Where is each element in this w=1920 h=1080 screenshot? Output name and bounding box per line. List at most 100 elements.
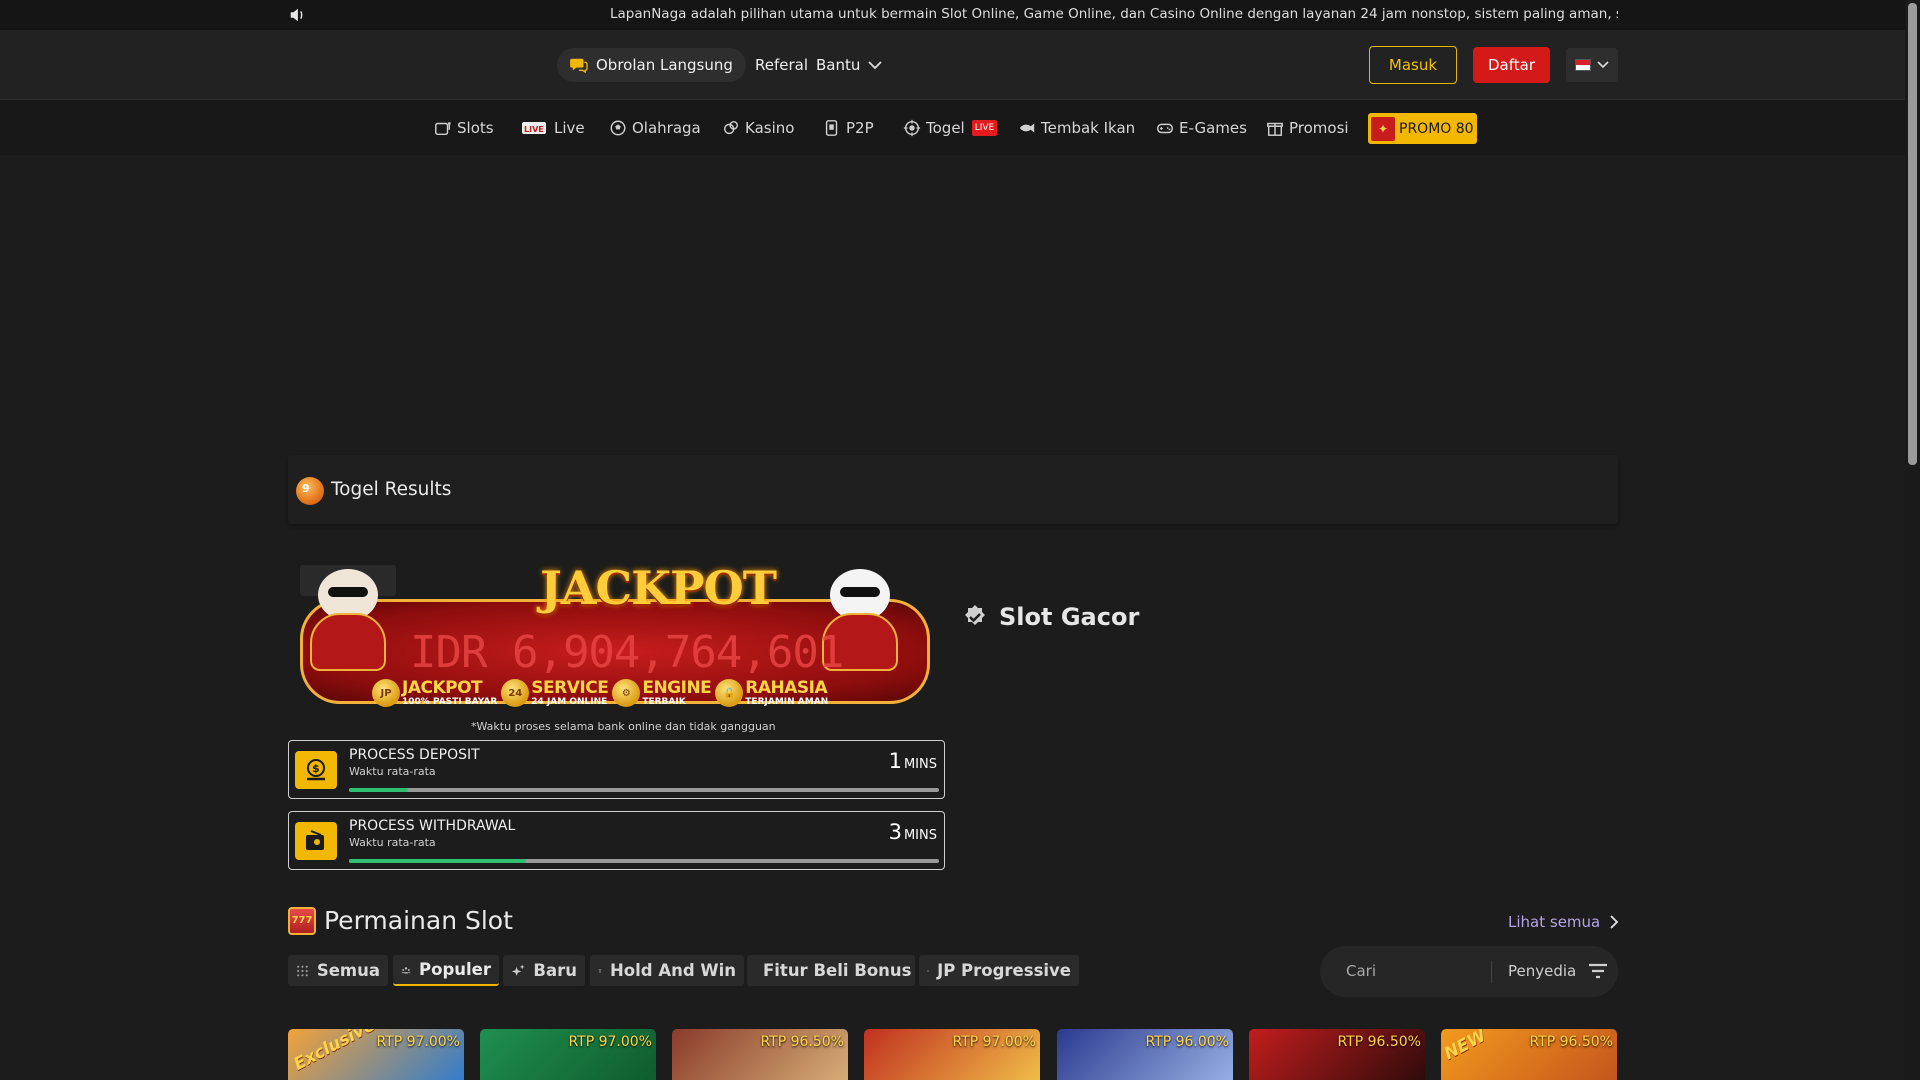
withdrawal-time: 3 MINS: [889, 820, 937, 844]
nav-label: Olahraga: [632, 119, 701, 137]
withdrawal-subtitle: Waktu rata-rata: [349, 836, 436, 849]
game-tile[interactable]: RTP 97.00%: [480, 1029, 656, 1080]
tab-populer[interactable]: Populer: [393, 955, 499, 986]
clock-coin-icon: 24: [501, 679, 530, 707]
sparkle-icon: [511, 964, 525, 976]
tab-jp-progressive[interactable]: JP Progressive: [919, 955, 1079, 986]
tab-label: Hold And Win: [609, 961, 736, 980]
grid-icon: [297, 965, 308, 976]
jackpot-features: JP JACKPOT 100% PASTI BAYAR 24 SERVICE 24 …: [372, 675, 852, 711]
slot-777-icon: 777: [288, 906, 316, 935]
rtp-badge: RTP 96.50%: [1529, 1034, 1613, 1050]
deposit-progress-bar: [349, 788, 939, 792]
togel-results-bar[interactable]: Togel Results: [288, 455, 1618, 524]
site-header: Obrolan Langsung Referal Bantu Masuk Daf…: [0, 30, 1905, 100]
svg-text:LIVE: LIVE: [524, 125, 544, 134]
deposit-title: PROCESS DEPOSIT: [349, 747, 480, 763]
nav-item-togel[interactable]: Togel LIVE: [903, 116, 998, 140]
language-selector[interactable]: [1566, 48, 1618, 82]
progressive-icon: [927, 969, 930, 972]
lottery-ball-icon: [296, 477, 324, 505]
nav-label: Promosi: [1289, 119, 1349, 137]
gear-coin-icon: ⚙: [612, 679, 641, 707]
chat-bubble-icon: [570, 58, 588, 73]
process-withdrawal-card: PROCESS WITHDRAWAL Waktu rata-rata 3 MINS: [288, 811, 945, 870]
jp-coin-icon: JP: [372, 679, 400, 707]
tab-label: JP Progressive: [937, 961, 1071, 980]
feature-title: JACKPOT: [402, 678, 483, 698]
feature-title: RAHASIA: [745, 678, 828, 698]
verified-badge-icon: [965, 605, 985, 625]
casino-chips-icon: [723, 120, 739, 135]
feature-title: ENGINE: [642, 678, 712, 698]
nav-label: Live: [554, 119, 585, 137]
permainan-slot-heading: 777 Permainan Slot: [288, 906, 513, 935]
tab-label: Populer: [419, 960, 491, 979]
nav-label: E-Games: [1179, 119, 1247, 137]
game-tile[interactable]: NEW RTP 96.50%: [1441, 1029, 1617, 1080]
tab-label: Semua: [316, 961, 380, 980]
jackpot-title: JACKPOT: [540, 561, 777, 615]
nav-item-tembak-ikan[interactable]: Tembak Ikan: [1018, 116, 1135, 140]
search-input[interactable]: Cari: [1346, 962, 1376, 980]
tab-semua[interactable]: Semua: [288, 955, 388, 986]
permainan-slot-title: Permainan Slot: [324, 906, 513, 935]
rtp-badge: RTP 97.00%: [568, 1034, 652, 1050]
game-tile[interactable]: RTP 96.50%: [672, 1029, 848, 1080]
tab-hold-and-win[interactable]: Hold And Win: [590, 955, 744, 986]
withdrawal-title: PROCESS WITHDRAWAL: [349, 818, 516, 834]
nav-label: P2P: [846, 119, 874, 137]
rtp-badge: RTP 96.50%: [760, 1034, 844, 1050]
p2p-icon: [825, 120, 838, 136]
nav-item-promosi[interactable]: Promosi: [1266, 116, 1349, 140]
fish-icon: [1019, 123, 1035, 133]
deposit-icon: $: [295, 751, 337, 789]
service-feature: 24 SERVICE 24 JAM ONLINE: [501, 675, 609, 711]
nav-item-e-games[interactable]: E-Games: [1156, 116, 1247, 140]
help-dropdown[interactable]: Bantu: [816, 56, 883, 74]
exclusive-tag: Exclusive: [290, 1029, 379, 1075]
nav-label: Slots: [457, 119, 494, 137]
popular-icon: [401, 966, 411, 973]
nav-item-promo-80[interactable]: ✦ PROMO 80: [1368, 113, 1477, 144]
live-chat-button[interactable]: Obrolan Langsung: [557, 48, 746, 82]
nav-item-live[interactable]: LIVE Live: [521, 116, 585, 140]
provider-filter-button[interactable]: Penyedia: [1508, 962, 1608, 980]
register-button[interactable]: Daftar: [1473, 47, 1550, 83]
nav-item-kasino[interactable]: Kasino: [722, 116, 794, 140]
nav-item-p2p[interactable]: P2P: [823, 116, 874, 140]
soccer-ball-icon: [610, 120, 626, 136]
speaker-icon[interactable]: [288, 6, 306, 24]
page-scrollbar[interactable]: [1905, 0, 1920, 1080]
live-icon: LIVE: [522, 122, 546, 134]
game-tile[interactable]: Exclusive RTP 97.00%: [288, 1029, 464, 1080]
game-tile[interactable]: RTP 96.00%: [1057, 1029, 1233, 1080]
feature-sub: 100% PASTI BAYAR: [402, 697, 498, 707]
tab-fitur-beli-bonus[interactable]: Fitur Beli Bonus: [747, 955, 915, 986]
deposit-time-value: 1: [888, 749, 902, 773]
scrollbar-thumb[interactable]: [1908, 3, 1917, 465]
jackpot-feature: JP JACKPOT 100% PASTI BAYAR: [372, 675, 497, 711]
see-all-label: Lihat semua: [1508, 913, 1601, 931]
referral-link[interactable]: Referal: [755, 56, 808, 74]
process-deposit-card: $ PROCESS DEPOSIT Waktu rata-rata 1 MINS: [288, 740, 945, 799]
tab-baru[interactable]: Baru: [503, 955, 585, 986]
nav-item-olahraga[interactable]: Olahraga: [609, 116, 701, 140]
see-all-link[interactable]: Lihat semua: [1508, 913, 1619, 931]
new-tag: NEW: [1441, 1029, 1490, 1065]
login-button[interactable]: Masuk: [1369, 46, 1457, 84]
chevron-right-icon: [1610, 915, 1619, 929]
lock-coin-icon: 🔒: [715, 679, 744, 707]
game-tile[interactable]: RTP 97.00%: [864, 1029, 1040, 1080]
announcement-ticker: LapanNaga adalah pilihan utama untuk ber…: [0, 0, 1905, 30]
game-tile[interactable]: RTP 96.50%: [1249, 1029, 1425, 1080]
provider-label: Penyedia: [1508, 962, 1577, 980]
withdrawal-icon: [295, 822, 337, 860]
deposit-time: 1 MINS: [889, 749, 937, 773]
live-chat-label: Obrolan Langsung: [596, 56, 733, 74]
chevron-down-icon: [868, 61, 883, 70]
nav-item-slots[interactable]: Slots: [434, 116, 494, 140]
jackpot-amount: IDR 6,904,764,601: [410, 627, 844, 678]
search-divider: [1491, 961, 1492, 983]
chevron-down-icon: [1597, 61, 1609, 69]
